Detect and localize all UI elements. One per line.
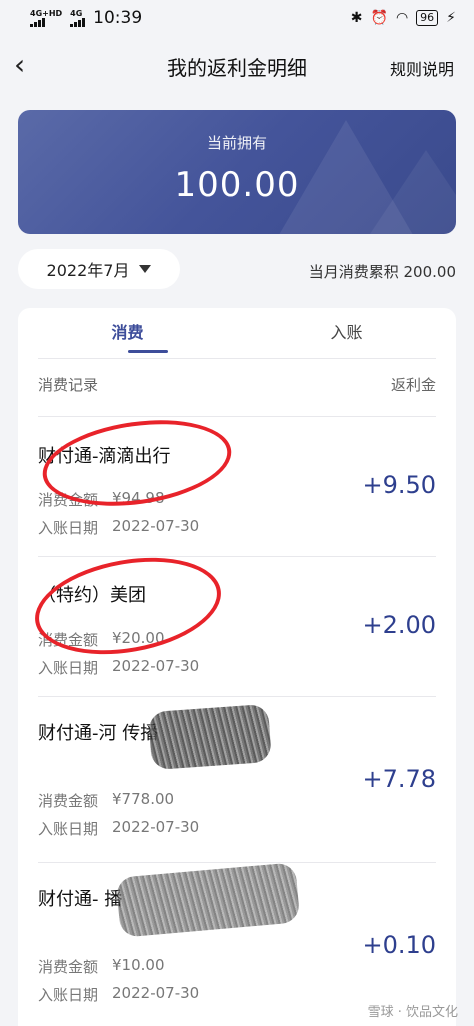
record-title: 财付通- 播 xyxy=(38,889,123,910)
header-records: 消费记录 xyxy=(38,376,99,394)
record-rebate: +7.78 xyxy=(362,765,436,793)
list-item[interactable]: （特约）美团 消费金额 ¥20.00 入账日期 2022-07-30 +2.00 xyxy=(38,557,436,697)
month-total: 当月消费累积 200.00 xyxy=(308,263,456,281)
back-icon[interactable]: ‹ xyxy=(14,50,44,80)
balance-card: 当前拥有 100.00 xyxy=(18,110,456,234)
record-title: 财付通-河 传播 xyxy=(38,723,159,744)
record-amount-line: 消费金额 ¥10.00 xyxy=(38,956,165,976)
record-date-line: 入账日期 2022-07-30 xyxy=(38,517,200,537)
list-item[interactable]: 财付通-河 传播 消费金额 ¥778.00 入账日期 2022-07-30 +7.7… xyxy=(38,697,436,863)
list-header: 消费记录 返利金 xyxy=(38,374,436,395)
charging-icon: ⚡ xyxy=(446,10,456,26)
status-bar: 4G+HD 4G 10:39 ✱ ⏰ ◠ 96 ⚡ xyxy=(0,0,474,36)
record-rebate: +0.10 xyxy=(362,931,436,959)
tab-bar: 消费 入账 xyxy=(18,308,456,358)
list-item[interactable]: 财付通-滴滴出行 消费金额 ¥94.98 入账日期 2022-07-30 +9.50 xyxy=(38,417,436,557)
record-title: 财付通-滴滴出行 xyxy=(38,446,171,467)
signal-icon: 4G+HD xyxy=(30,9,62,27)
signal-icon-2: 4G xyxy=(70,9,86,27)
record-date-line: 入账日期 2022-07-30 xyxy=(38,818,200,838)
record-title: （特约）美团 xyxy=(38,585,146,606)
record-date-line: 入账日期 2022-07-30 xyxy=(38,984,200,1004)
nav-bar: ‹ 我的返利金明细 规则说明 xyxy=(0,36,474,96)
records-panel: 消费 入账 消费记录 返利金 财付通-滴滴出行 消费金额 ¥94.98 入账日期 2… xyxy=(18,308,456,1026)
wifi-icon: ◠ xyxy=(395,10,409,26)
balance-value: 100.00 xyxy=(174,165,300,205)
balance-label: 当前拥有 xyxy=(206,134,267,152)
battery-icon: 96 xyxy=(416,10,439,26)
record-amount-line: 消费金额 ¥778.00 xyxy=(38,790,175,810)
rules-link[interactable]: 规则说明 xyxy=(390,56,454,80)
status-right: ✱ ⏰ ◠ 96 ⚡ xyxy=(351,10,456,26)
alarm-icon: ⏰ xyxy=(370,10,388,26)
record-rebate: +2.00 xyxy=(362,611,436,639)
header-rebate: 返利金 xyxy=(390,376,436,394)
record-date-line: 入账日期 2022-07-30 xyxy=(38,657,200,677)
record-amount-line: 消费金额 ¥94.98 xyxy=(38,489,165,509)
status-left: 4G+HD 4G 10:39 xyxy=(30,8,142,28)
record-amount-line: 消费金额 ¥20.00 xyxy=(38,629,165,649)
tab-indicator xyxy=(128,350,168,353)
bluetooth-icon: ✱ xyxy=(350,10,363,26)
month-label: 2022年7月 xyxy=(46,261,130,280)
caret-down-icon xyxy=(139,265,152,273)
watermark: 雪球 · 饮品文化 xyxy=(367,1005,458,1020)
divider xyxy=(38,358,436,359)
record-rebate: +9.50 xyxy=(362,471,436,499)
status-time: 10:39 xyxy=(93,8,143,28)
page-title: 我的返利金明细 xyxy=(167,55,307,80)
tab-income[interactable]: 入账 xyxy=(237,308,456,358)
month-picker[interactable]: 2022年7月 xyxy=(18,249,180,289)
